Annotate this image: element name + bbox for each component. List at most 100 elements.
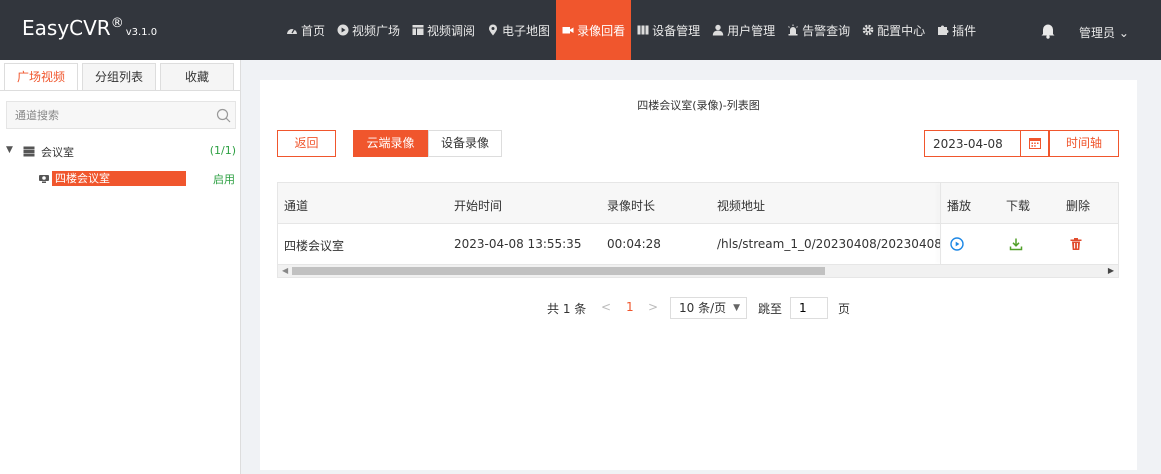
tree-node-count: (1/1) [209, 144, 236, 157]
scroll-right-icon[interactable]: ▶ [1108, 266, 1114, 275]
user-menu[interactable]: 管理员 ⌄ [1079, 24, 1129, 41]
fixed-column-divider [940, 183, 941, 264]
nav-item-video-view[interactable]: 视频调阅 [406, 0, 481, 60]
top-navbar: EasyCVR®v3.1.0 首页 视频广场 视频调阅 电子地图 录像回看 设备… [0, 0, 1161, 60]
jump-page-field [790, 297, 828, 319]
search-icon[interactable] [216, 108, 231, 123]
column-header-download: 下载 [1006, 199, 1031, 213]
server-icon [23, 146, 35, 157]
bell-icon[interactable] [1040, 22, 1056, 39]
brand-registered-mark: ® [110, 16, 124, 31]
nav-label: 电子地图 [502, 23, 551, 38]
cell-url: /hls/stream_1_0/20230408/2023040813 [717, 237, 940, 251]
caret-down-icon[interactable]: ▼ [6, 145, 13, 155]
date-input[interactable] [925, 131, 1019, 156]
brand-logo[interactable]: EasyCVR®v3.1.0 [22, 16, 157, 40]
video-camera-icon [562, 24, 574, 36]
nav-item-user-management[interactable]: 用户管理 [706, 0, 781, 60]
nav-label: 告警查询 [802, 23, 851, 38]
tree-node-label: 四楼会议室 [52, 171, 186, 186]
device-recording-button[interactable]: 设备录像 [428, 130, 502, 157]
nav-label: 配置中心 [877, 23, 926, 38]
jump-label: 跳至 [758, 302, 783, 316]
nav-label: 用户管理 [727, 23, 776, 38]
nav-item-recording-playback[interactable]: 录像回看 [556, 0, 632, 60]
play-circle-icon [337, 24, 349, 36]
dashboard-icon [286, 24, 298, 36]
recording-list-panel: 四楼会议室(录像)-列表图 返回 云端录像 设备录像 时间轴 通道 开始时间 录… [260, 80, 1137, 470]
column-header-delete: 删除 [1066, 199, 1091, 213]
cell-channel: 四楼会议室 [284, 239, 345, 253]
nav-item-video-square[interactable]: 视频广场 [331, 0, 406, 60]
page-unit-label: 页 [838, 302, 851, 316]
column-header-duration: 录像时长 [607, 199, 656, 213]
nav-item-device-management[interactable]: 设备管理 [631, 0, 706, 60]
page-size-value: 10 条/页 [679, 301, 727, 315]
app-version: v3.1.0 [125, 27, 158, 38]
tree-node-meeting-room[interactable]: ▼ 会议室 (1/1) [6, 144, 238, 160]
back-button[interactable]: 返回 [277, 130, 336, 157]
nav-item-config-center[interactable]: 配置中心 [856, 0, 931, 60]
column-header-play: 播放 [947, 199, 972, 213]
nav-item-plugins[interactable]: 插件 [931, 0, 982, 60]
calendar-icon[interactable] [1020, 131, 1049, 156]
column-header-channel: 通道 [284, 199, 309, 213]
scroll-left-icon[interactable]: ◀ [282, 266, 288, 275]
search-input[interactable] [7, 102, 197, 128]
page-number-current[interactable]: 1 [626, 300, 634, 314]
alarm-icon [787, 24, 799, 36]
gear-icon [862, 24, 874, 36]
nav-label: 插件 [952, 23, 977, 38]
nav-item-map[interactable]: 电子地图 [481, 0, 556, 60]
camera-icon [38, 173, 50, 184]
nav-label: 视频广场 [352, 23, 401, 38]
nav-item-home[interactable]: 首页 [280, 0, 331, 60]
tree-node-fourth-floor-meeting-room[interactable]: 四楼会议室 启用 [38, 171, 238, 187]
jump-page-input[interactable] [791, 298, 827, 318]
tab-square-video[interactable]: 广场视频 [4, 63, 78, 90]
main-nav: 首页 视频广场 视频调阅 电子地图 录像回看 设备管理 用户管理 告警查询 配置… [280, 0, 982, 60]
tab-favorites[interactable]: 收藏 [160, 63, 234, 90]
timeline-button[interactable]: 时间轴 [1049, 130, 1119, 157]
channel-status: 启用 [213, 173, 235, 186]
table-header [278, 183, 1118, 224]
channel-search [6, 101, 236, 129]
nav-label: 设备管理 [652, 23, 701, 38]
chevron-down-icon: ▼ [733, 303, 740, 313]
nav-item-alarm-query[interactable]: 告警查询 [781, 0, 856, 60]
download-icon[interactable] [1009, 237, 1023, 251]
nav-label: 视频调阅 [427, 23, 476, 38]
cell-duration: 00:04:28 [607, 237, 661, 251]
tab-divider [0, 90, 240, 91]
grid-icon [412, 24, 424, 36]
cell-start-time: 2023-04-08 13:55:35 [454, 237, 582, 251]
date-picker [924, 130, 1049, 157]
puzzle-icon [937, 24, 949, 36]
tab-group-list[interactable]: 分组列表 [82, 63, 156, 90]
user-icon [712, 24, 724, 36]
horizontal-scrollbar[interactable]: ◀ ▶ [278, 265, 1118, 277]
total-count: 共 1 条 [547, 302, 587, 316]
columns-icon [637, 24, 649, 36]
prev-page-button[interactable]: < [601, 300, 611, 314]
pagination: 共 1 条 < 1 > 10 条/页 ▼ 跳至 页 [260, 297, 1137, 319]
page-title: 四楼会议室(录像)-列表图 [637, 99, 760, 112]
delete-icon[interactable] [1069, 237, 1083, 251]
sidebar: 广场视频 分组列表 收藏 ▼ 会议室 (1/1) 四楼会议室 启用 [0, 60, 241, 474]
user-name: 管理员 [1079, 26, 1116, 40]
nav-label: 录像回看 [577, 23, 626, 38]
play-icon[interactable] [950, 237, 964, 251]
next-page-button[interactable]: > [648, 300, 658, 314]
chevron-down-icon: ⌄ [1118, 26, 1129, 40]
tree-node-label: 会议室 [41, 146, 74, 159]
column-header-start-time: 开始时间 [454, 199, 503, 213]
scrollbar-thumb[interactable] [292, 267, 825, 275]
nav-label: 首页 [301, 23, 326, 38]
page-size-select[interactable]: 10 条/页 ▼ [670, 297, 747, 319]
map-pin-icon [487, 24, 499, 36]
brand-name: EasyCVR [22, 16, 111, 40]
recording-table: 通道 开始时间 录像时长 视频地址 播放 下载 删除 四楼会议室 2023-04… [277, 182, 1119, 278]
column-header-url: 视频地址 [717, 199, 766, 213]
sidebar-tabs: 广场视频 分组列表 收藏 [4, 63, 238, 90]
cloud-recording-button[interactable]: 云端录像 [353, 130, 428, 157]
